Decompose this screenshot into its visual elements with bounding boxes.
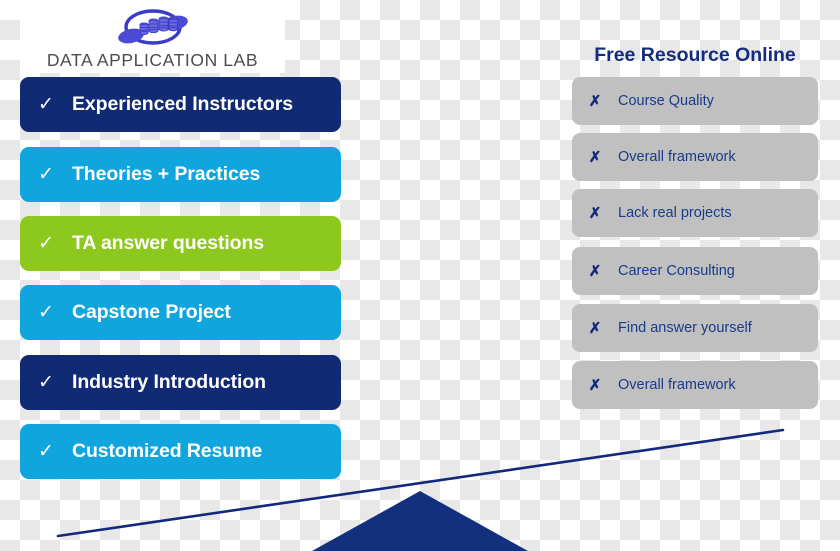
benefit-pill-label: Customized Resume [72,440,263,462]
drawback-pill-label: Overall framework [618,377,736,393]
check-icon: ✓ [38,441,54,462]
drawback-pill-label: Lack real projects [618,205,732,221]
brand-logo-card: DATA APPLICATION LAB [20,0,285,73]
benefit-pill-capstone-project[interactable]: ✓ Capstone Project [20,285,341,340]
cross-icon: ✗ [588,204,602,222]
drawback-pill-label: Course Quality [618,93,714,109]
right-column-heading: Free Resource Online [594,44,796,66]
drawback-pill-overall-framework-2[interactable]: ✗ Overall framework [572,361,818,409]
brand-wordmark: DATA APPLICATION LAB [46,50,259,70]
benefit-pill-theories-practices[interactable]: ✓ Theories + Practices [20,147,341,202]
infographic-canvas: DATA APPLICATION LAB ✓ Experienced Instr… [0,0,840,551]
drawback-pill-overall-framework-1[interactable]: ✗ Overall framework [572,133,818,181]
benefit-pill-customized-resume[interactable]: ✓ Customized Resume [20,424,341,479]
cross-icon: ✗ [588,262,602,280]
check-icon: ✓ [38,233,54,254]
cross-icon: ✗ [588,92,602,110]
check-icon: ✓ [38,372,54,393]
benefit-pill-ta-answer-questions[interactable]: ✓ TA answer questions [20,216,341,271]
drawback-pill-label: Overall framework [618,149,736,165]
drawback-pill-label: Find answer yourself [618,320,752,336]
check-icon: ✓ [38,302,54,323]
drawback-pill-lack-real-projects[interactable]: ✗ Lack real projects [572,189,818,237]
benefit-pill-label: Industry Introduction [72,371,266,393]
drawback-pill-career-consulting[interactable]: ✗ Career Consulting [572,247,818,295]
check-icon: ✓ [38,164,54,185]
cross-icon: ✗ [588,148,602,166]
fulcrum-triangle-icon [312,491,528,551]
benefit-pill-industry-introduction[interactable]: ✓ Industry Introduction [20,355,341,410]
benefit-pill-experienced-instructors[interactable]: ✓ Experienced Instructors [20,77,341,132]
benefit-pill-label: Theories + Practices [72,163,261,185]
benefit-pill-label: TA answer questions [72,232,265,254]
drawback-pill-label: Career Consulting [618,263,735,279]
cross-icon: ✗ [588,376,602,394]
benefit-pill-label: Experienced Instructors [72,93,293,115]
drawback-pill-find-answer-yourself[interactable]: ✗ Find answer yourself [572,304,818,352]
data-orbit-database-logo-icon [111,6,195,50]
drawback-pill-course-quality[interactable]: ✗ Course Quality [572,77,818,125]
benefit-pill-label: Capstone Project [72,301,231,323]
check-icon: ✓ [38,94,54,115]
cross-icon: ✗ [588,319,602,337]
